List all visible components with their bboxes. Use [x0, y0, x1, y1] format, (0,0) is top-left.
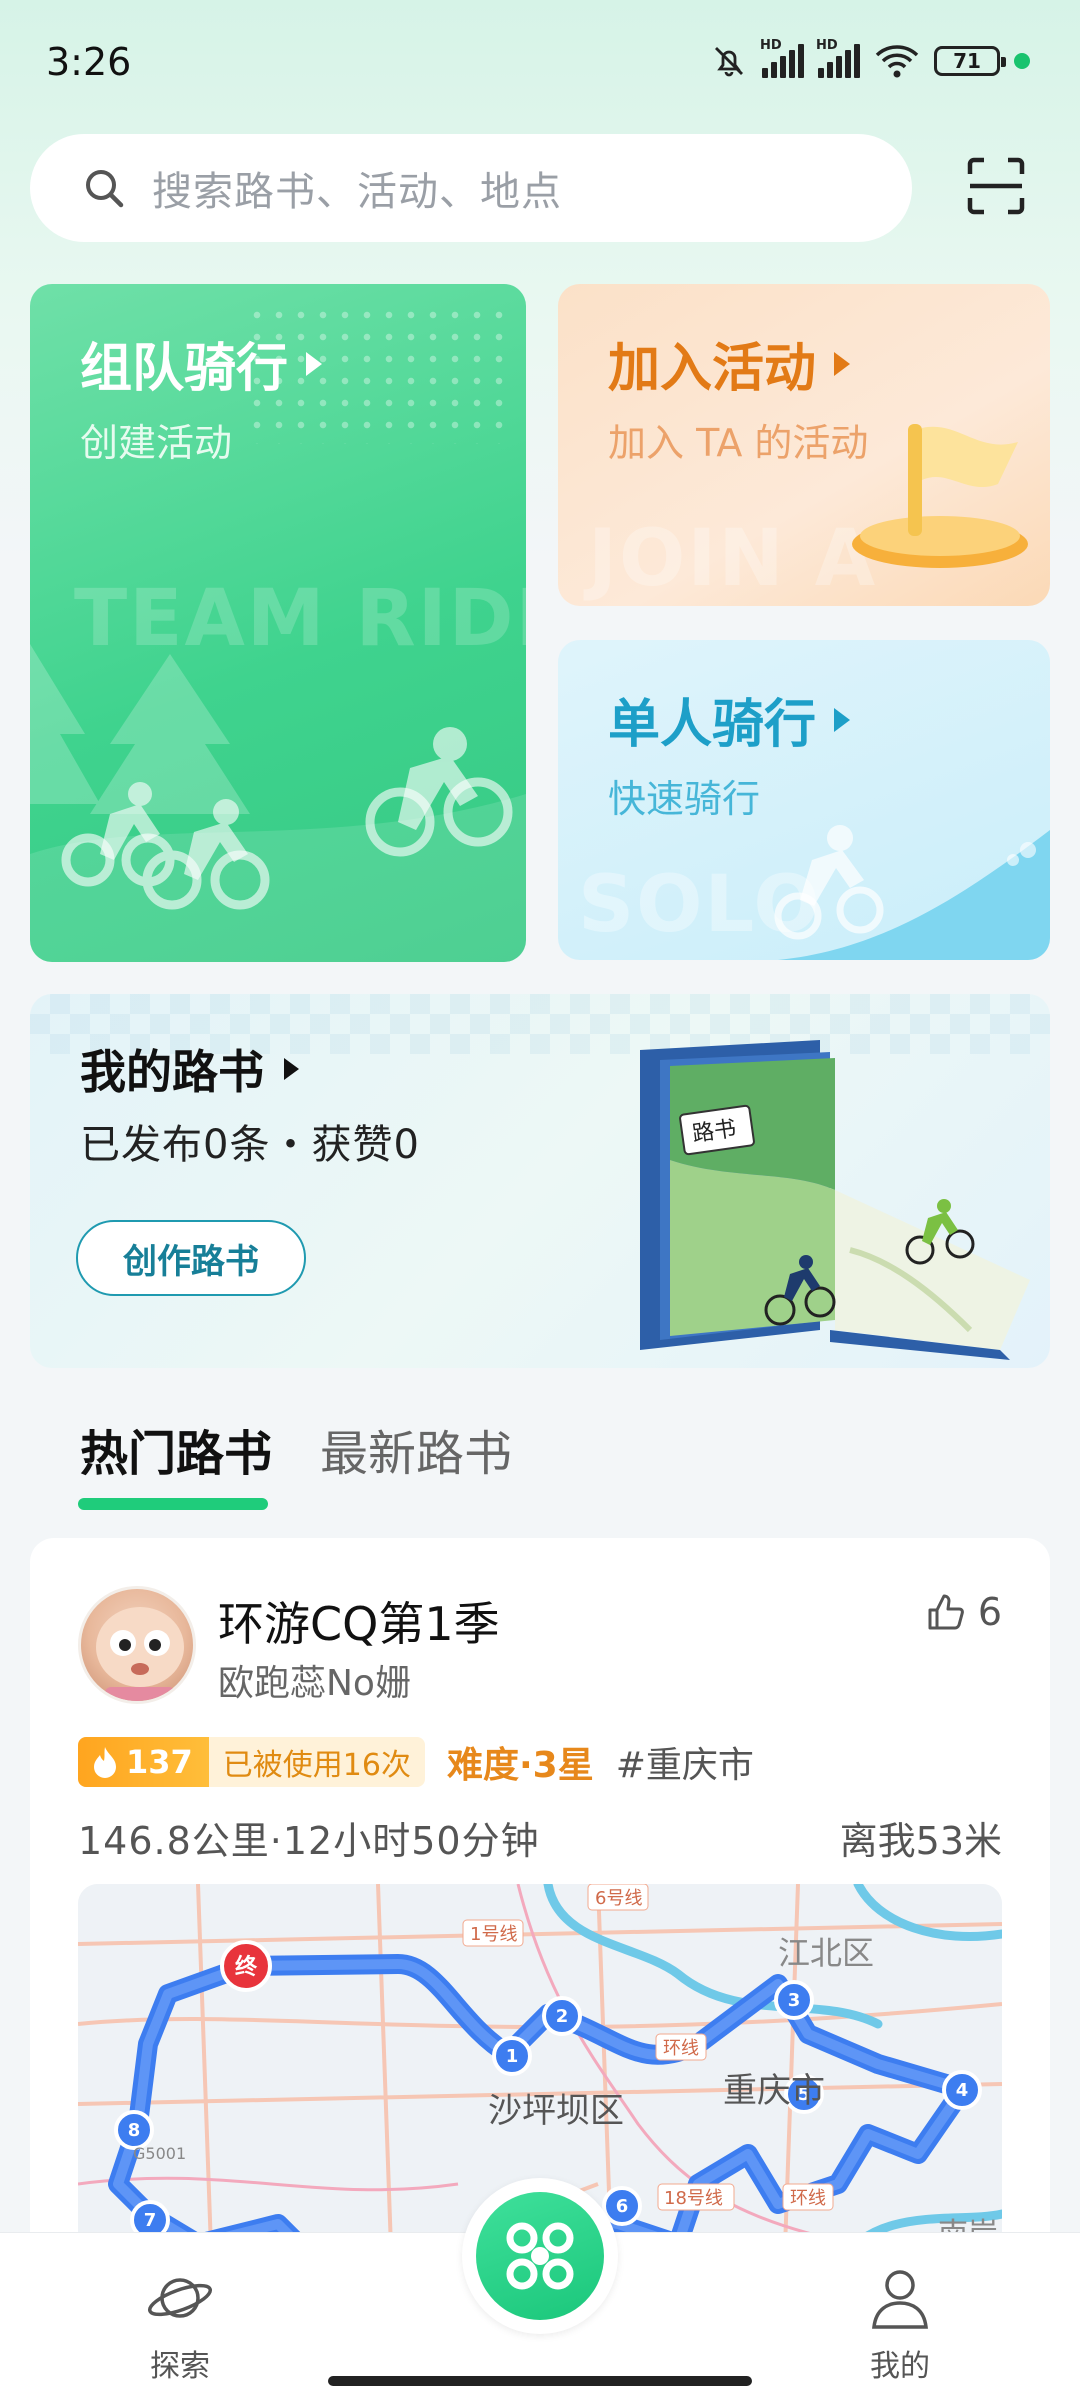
status-time: 3:26: [46, 40, 132, 84]
join-activity-title: 加入活动: [608, 326, 851, 401]
signal-1-icon: HD: [760, 38, 804, 78]
svg-text:环线: 环线: [663, 2038, 699, 2059]
team-ride-illustration: [30, 644, 526, 962]
waypoint-4: 4: [942, 2070, 982, 2110]
svg-text:环线: 环线: [790, 2188, 826, 2209]
map-label-g5001: G5001: [133, 2144, 186, 2163]
svg-text:18号线: 18号线: [664, 2188, 723, 2209]
map-label-shapingba: 沙坪坝区: [488, 2091, 624, 2131]
route-book-illustration: 路书: [640, 1040, 1030, 1360]
svg-text:3: 3: [788, 1990, 801, 2011]
route-tabs: 热门路书 最新路书: [30, 1400, 1050, 1520]
status-icons: HD HD 71: [710, 38, 1030, 80]
svg-text:7: 7: [144, 2210, 157, 2231]
search-placeholder: 搜索路书、活动、地点: [152, 169, 562, 215]
tab-latest-routes[interactable]: 最新路书: [320, 1414, 512, 1484]
nav-explore-label: 探索: [150, 2349, 210, 2384]
person-icon: [872, 2270, 928, 2329]
status-bar: 3:26 HD HD 71: [0, 0, 1080, 128]
waypoint-2: 2: [542, 1996, 582, 2036]
privacy-indicator-dot: [1014, 53, 1030, 69]
solo-ride-card[interactable]: 单人骑行 快速骑行 SOLO: [558, 640, 1050, 960]
wifi-icon: [875, 45, 919, 78]
svg-text:2: 2: [556, 2006, 569, 2027]
route-meta: 146.8公里·12小时50分钟: [78, 1819, 540, 1863]
route-tags: 137 已被使用16次 难度·3星 #重庆市: [78, 1736, 754, 1788]
scan-icon[interactable]: [966, 156, 1026, 216]
my-routes-title: 我的路书: [80, 1036, 299, 1102]
svg-text:8: 8: [128, 2120, 141, 2141]
team-ride-subtitle: 创建活动: [80, 421, 233, 465]
end-marker: 终: [220, 1940, 272, 1992]
join-activity-card[interactable]: 加入活动 加入 TA 的活动 JOIN A: [558, 284, 1050, 606]
signal-2-icon: HD: [816, 38, 860, 78]
nodes-icon: [506, 2222, 574, 2290]
join-activity-watermark: JOIN A: [588, 514, 878, 604]
city-tag[interactable]: #重庆市: [616, 1736, 754, 1788]
svg-text:6号线: 6号线: [595, 1888, 642, 1909]
distance-from-me: 离我53米: [839, 1819, 1002, 1863]
nav-explore[interactable]: 探索: [120, 2267, 240, 2385]
join-activity-subtitle: 加入 TA 的活动: [608, 421, 869, 465]
map-label-jiangbei: 江北区: [778, 1934, 874, 1972]
arrow-right-icon: [284, 1058, 299, 1080]
team-ride-title: 组队骑行: [80, 326, 323, 401]
battery-icon: 71: [934, 46, 1006, 76]
nav-mine[interactable]: 我的: [840, 2267, 960, 2385]
map-label-chongqing: 重庆市: [723, 2071, 825, 2111]
thumbs-up-icon: [928, 1594, 964, 1630]
like-count: 6: [977, 1590, 1002, 1634]
waypoint-3: 3: [774, 1980, 814, 2020]
route-author: 欧跑蕊No姗: [218, 1663, 411, 1704]
svg-text:1: 1: [506, 2046, 519, 2067]
svg-text:1号线: 1号线: [470, 1924, 517, 1945]
my-routes-stats: 已发布0条・获赞0: [80, 1122, 420, 1168]
flag-icon: [852, 424, 1028, 568]
solo-ride-title: 单人骑行: [608, 682, 851, 757]
svg-text:终: 终: [235, 1954, 258, 1980]
route-name: 环游CQ第1季: [218, 1597, 500, 1651]
arrow-right-icon: [834, 707, 851, 732]
waypoint-6: 6: [602, 2186, 642, 2226]
planet-icon: [147, 2278, 213, 2318]
arrow-right-icon: [834, 351, 851, 376]
difficulty-label: 难度·3星: [446, 1745, 594, 1786]
svg-text:6: 6: [616, 2196, 629, 2217]
home-indicator: [328, 2376, 752, 2386]
hot-badge: 137: [78, 1737, 209, 1787]
avatar[interactable]: [78, 1586, 196, 1704]
tab-hot-routes[interactable]: 热门路书: [80, 1414, 272, 1484]
solo-ride-illustration: [774, 825, 1050, 960]
svg-text:4: 4: [956, 2080, 969, 2101]
create-route-button[interactable]: 创作路书: [76, 1220, 306, 1296]
search-input[interactable]: 搜索路书、活动、地点: [30, 134, 912, 242]
active-tab-indicator: [78, 1498, 268, 1510]
nav-mine-label: 我的: [870, 2349, 930, 2384]
like-button[interactable]: 6: [926, 1590, 1002, 1634]
usage-count-badge: 已被使用16次: [208, 1737, 425, 1787]
fire-icon: [94, 1747, 116, 1778]
avatar-face-icon: [96, 1607, 184, 1701]
team-ride-card[interactable]: 组队骑行 创建活动 TEAM RIDE: [30, 284, 526, 962]
waypoint-1: 1: [492, 2036, 532, 2076]
mute-bell-icon: [715, 47, 743, 77]
my-routes-card[interactable]: 我的路书 已发布0条・获赞0 创作路书 路书: [30, 994, 1050, 1368]
search-icon: [86, 170, 124, 208]
start-ride-button[interactable]: [462, 2178, 618, 2334]
waypoint-8: 8: [114, 2110, 154, 2150]
arrow-right-icon: [306, 351, 323, 376]
